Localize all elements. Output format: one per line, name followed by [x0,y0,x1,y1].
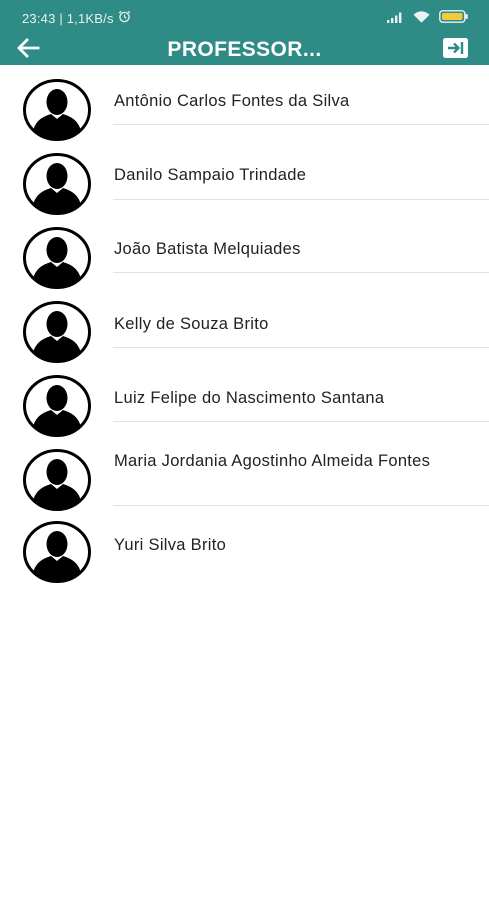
status-bar: 23:43 | 1,1KB/s [0,0,489,35]
avatar-icon [23,375,91,437]
logout-icon [442,37,470,64]
list-item[interactable]: Kelly de Souza Brito [0,295,489,363]
professor-name: Antônio Carlos Fontes da Silva [114,92,350,110]
cell-signal-icon [387,11,404,26]
list-item[interactable]: João Batista Melquiades [0,221,489,289]
avatar-icon [23,521,91,583]
divider [113,505,489,506]
divider [113,272,489,273]
alarm-clock-icon [118,10,131,26]
professor-name: Luiz Felipe do Nascimento Santana [114,389,385,407]
professor-name: Danilo Sampaio Trindade [114,166,307,184]
avatar-icon [23,449,91,511]
professor-name: Yuri Silva Brito [114,536,227,554]
battery-icon [439,10,469,26]
divider [113,199,489,200]
avatar-icon [23,79,91,141]
avatar-icon [23,153,91,215]
avatar-icon [23,227,91,289]
professor-name: Kelly de Souza Brito [114,315,269,333]
app-bar: PROFESSOR... [0,35,489,65]
list-item[interactable]: Luiz Felipe do Nascimento Santana [0,369,489,437]
screen: 23:43 | 1,1KB/s PROFESSOR... Antônio Car… [0,0,489,900]
list-item[interactable]: Yuri Silva Brito [0,517,489,585]
list-item[interactable]: Antônio Carlos Fontes da Silva [0,73,489,141]
status-right [387,10,469,26]
professor-name: João Batista Melquiades [114,240,301,258]
page-title: PROFESSOR... [167,38,322,61]
status-time-speed: 23:43 | 1,1KB/s [22,10,114,26]
divider [113,124,489,125]
divider [113,421,489,422]
avatar-icon [23,301,91,363]
logout-button[interactable] [441,37,471,63]
list-item[interactable]: Maria Jordania Agostinho Almeida Fontes [0,443,489,511]
wifi-icon [413,10,430,26]
status-left: 23:43 | 1,1KB/s [22,10,131,26]
list-item[interactable]: Danilo Sampaio Trindade [0,147,489,215]
divider [113,347,489,348]
professor-name: Maria Jordania Agostinho Almeida Fontes [114,452,431,470]
